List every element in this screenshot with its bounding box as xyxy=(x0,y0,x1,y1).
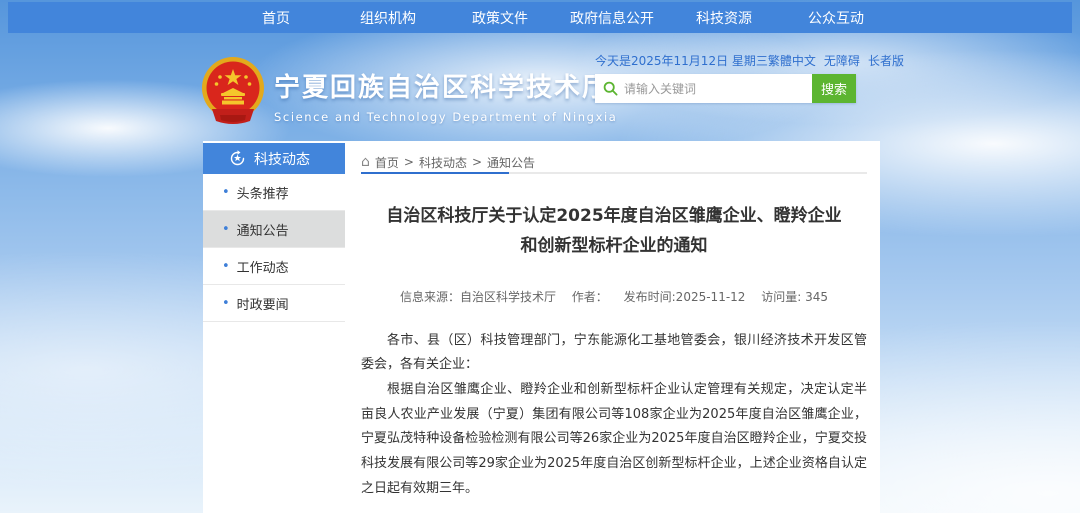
search-button[interactable]: 搜索 xyxy=(812,74,856,103)
nav-item-organization[interactable]: 组织机构 xyxy=(332,8,444,28)
article-title-line2: 和创新型标杆企业的通知 xyxy=(361,232,867,262)
article-area: ⌂ 首页 > 科技动态 > 通知公告 自治区科技厅关于认定2025年度自治区雏鹰… xyxy=(361,141,867,513)
search-input-wrap xyxy=(595,74,812,103)
sidebar-item-label: 时政要闻 xyxy=(237,294,289,313)
sidebar-item-notices[interactable]: • 通知公告 xyxy=(203,211,345,248)
sidebar-item-label: 工作动态 xyxy=(237,257,289,276)
tech-news-icon xyxy=(229,150,246,167)
article-paragraph: 各市、县（区）科技管理部门，宁东能源化工基地管委会，银川经济技术开发区管委会，各… xyxy=(361,329,867,378)
nav-item-policy-documents[interactable]: 政策文件 xyxy=(444,8,556,28)
search-input[interactable] xyxy=(624,82,812,96)
current-date: 今天是2025年11月12日 星期三 xyxy=(595,52,768,69)
breadcrumb-notices[interactable]: 通知公告 xyxy=(487,154,535,171)
breadcrumb-home[interactable]: 首页 xyxy=(375,154,399,171)
main-content-card: 科技动态 • 头条推荐 • 通知公告 • 工作动态 • 时政要闻 ⌂ 首页 > … xyxy=(203,141,880,513)
header-meta-bar: 今天是2025年11月12日 星期三 繁體中文 无障碍 长者版 xyxy=(595,52,873,69)
article-meta: 信息来源：自治区科学技术厅 作者： 发布时间:2025-11-12 访问量: 3… xyxy=(361,288,867,305)
emblem-icon xyxy=(200,57,266,125)
article-body: 各市、县（区）科技管理部门，宁东能源化工基地管委会，银川经济技术开发区管委会，各… xyxy=(361,329,867,502)
sidebar-item-label: 通知公告 xyxy=(237,220,289,239)
search-bar: 搜索 xyxy=(595,74,856,103)
sidebar-item-label: 头条推荐 xyxy=(237,183,289,202)
site-title-block: 宁夏回族自治区科学技术厅 Science and Technology Depa… xyxy=(274,67,617,124)
breadcrumb-divider xyxy=(361,172,867,174)
nav-item-tech-resources[interactable]: 科技资源 xyxy=(668,8,780,28)
link-elderly-version[interactable]: 长者版 xyxy=(868,52,904,69)
meta-source: 信息来源：自治区科学技术厅 xyxy=(400,290,556,304)
sidebar: 科技动态 • 头条推荐 • 通知公告 • 工作动态 • 时政要闻 xyxy=(203,143,345,322)
breadcrumb: ⌂ 首页 > 科技动态 > 通知公告 xyxy=(361,141,867,172)
sidebar-header: 科技动态 xyxy=(203,143,345,174)
sidebar-item-work-updates[interactable]: • 工作动态 xyxy=(203,248,345,285)
sidebar-item-political-news[interactable]: • 时政要闻 xyxy=(203,285,345,322)
site-subtitle: Science and Technology Department of Nin… xyxy=(274,110,617,124)
nav-item-public-interaction[interactable]: 公众互动 xyxy=(780,8,892,28)
search-icon xyxy=(603,81,618,96)
nav-item-gov-info-disclosure[interactable]: 政府信息公开 xyxy=(556,8,668,28)
sidebar-item-headlines[interactable]: • 头条推荐 xyxy=(203,174,345,211)
site-title: 宁夏回族自治区科学技术厅 xyxy=(274,67,617,104)
bullet-icon: • xyxy=(222,260,230,273)
home-icon: ⌂ xyxy=(361,154,370,170)
article-title-line1: 自治区科技厅关于认定2025年度自治区雏鹰企业、瞪羚企业 xyxy=(361,202,867,232)
meta-publish-time: 发布时间:2025-11-12 xyxy=(624,290,746,304)
national-emblem-logo xyxy=(200,57,266,125)
nav-item-home[interactable]: 首页 xyxy=(220,8,332,28)
breadcrumb-tech-news[interactable]: 科技动态 xyxy=(419,154,467,171)
bullet-icon: • xyxy=(222,223,230,236)
meta-visits: 访问量: 345 xyxy=(761,290,828,304)
article-title: 自治区科技厅关于认定2025年度自治区雏鹰企业、瞪羚企业 和创新型标杆企业的通知 xyxy=(361,202,867,262)
article-paragraph: 根据自治区雏鹰企业、瞪羚企业和创新型标杆企业认定管理有关规定，决定认定半亩良人农… xyxy=(361,378,867,501)
meta-author: 作者： xyxy=(572,290,608,304)
link-traditional-chinese[interactable]: 繁體中文 xyxy=(768,52,816,69)
breadcrumb-separator: > xyxy=(404,155,414,169)
utility-links: 繁體中文 无障碍 长者版 xyxy=(768,52,904,69)
bullet-icon: • xyxy=(222,297,230,310)
top-navigation: 首页 组织机构 政策文件 政府信息公开 科技资源 公众互动 xyxy=(8,2,1072,33)
link-accessibility[interactable]: 无障碍 xyxy=(824,52,860,69)
breadcrumb-separator: > xyxy=(472,155,482,169)
bullet-icon: • xyxy=(222,186,230,199)
sidebar-title: 科技动态 xyxy=(254,149,310,169)
